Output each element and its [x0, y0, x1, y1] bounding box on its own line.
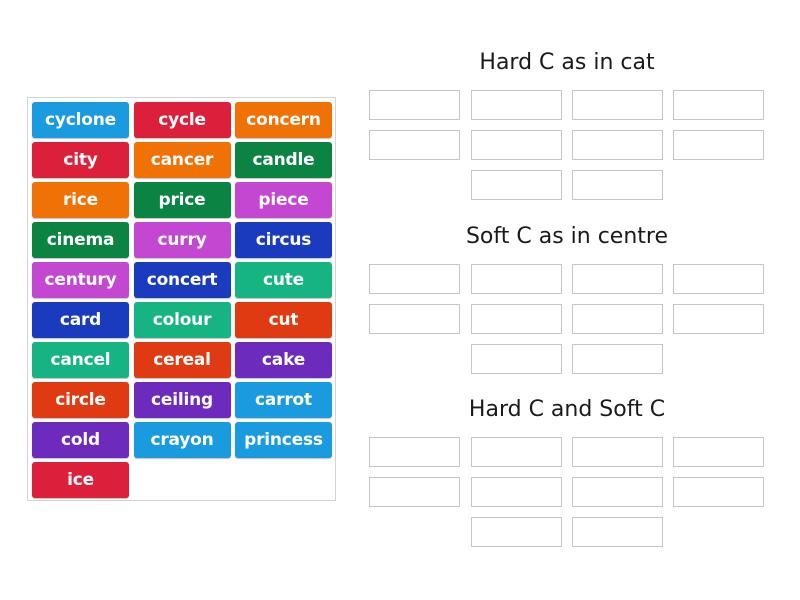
group-title: Soft C as in centre: [465, 224, 669, 249]
word-card-concern[interactable]: concern: [235, 102, 332, 138]
drop-slot[interactable]: [369, 264, 460, 294]
drop-slot[interactable]: [471, 170, 562, 200]
drop-slot[interactable]: [572, 437, 663, 467]
drop-slot[interactable]: [572, 130, 663, 160]
drop-slot[interactable]: [673, 264, 764, 294]
word-card-candle[interactable]: candle: [235, 142, 332, 178]
word-card-cancer[interactable]: cancer: [133, 142, 231, 178]
word-card-cycle[interactable]: cycle: [133, 102, 231, 138]
word-card-piece[interactable]: piece: [235, 182, 332, 218]
word-card-cyclone[interactable]: cyclone: [32, 102, 129, 138]
word-card-century[interactable]: century: [32, 262, 129, 298]
drop-slot[interactable]: [673, 437, 764, 467]
drop-slot[interactable]: [471, 344, 562, 374]
drop-slot[interactable]: [673, 130, 764, 160]
word-card-curry[interactable]: curry: [133, 222, 231, 258]
drop-slot[interactable]: [572, 304, 663, 334]
word-card-cancel[interactable]: cancel: [32, 342, 129, 378]
word-card-ceiling[interactable]: ceiling: [133, 382, 231, 418]
drop-slot[interactable]: [572, 517, 663, 547]
drop-slot[interactable]: [572, 477, 663, 507]
drop-slot[interactable]: [369, 437, 460, 467]
word-card-cut[interactable]: cut: [235, 302, 332, 338]
drop-slot[interactable]: [369, 130, 460, 160]
word-card-circus[interactable]: circus: [235, 222, 332, 258]
word-card-cake[interactable]: cake: [235, 342, 332, 378]
word-card-cute[interactable]: cute: [235, 262, 332, 298]
drop-slot[interactable]: [471, 304, 562, 334]
drop-slot[interactable]: [471, 264, 562, 294]
word-card-princess[interactable]: princess: [235, 422, 332, 458]
drop-slot[interactable]: [369, 90, 460, 120]
drop-slot[interactable]: [572, 264, 663, 294]
drop-slot[interactable]: [673, 304, 764, 334]
word-card-carrot[interactable]: carrot: [235, 382, 332, 418]
word-card-ice[interactable]: ice: [32, 462, 129, 498]
drop-slot[interactable]: [471, 90, 562, 120]
word-card-price[interactable]: price: [133, 182, 231, 218]
drop-slot[interactable]: [673, 477, 764, 507]
word-card-cold[interactable]: cold: [32, 422, 129, 458]
word-card-card[interactable]: card: [32, 302, 129, 338]
drop-slot[interactable]: [369, 477, 460, 507]
drop-slot[interactable]: [572, 344, 663, 374]
word-card-rice[interactable]: rice: [32, 182, 129, 218]
drop-slot[interactable]: [572, 170, 663, 200]
drop-slot[interactable]: [572, 90, 663, 120]
drop-slot[interactable]: [471, 437, 562, 467]
drop-slot[interactable]: [471, 477, 562, 507]
drop-slot[interactable]: [471, 517, 562, 547]
word-card-concert[interactable]: concert: [133, 262, 231, 298]
word-card-cereal[interactable]: cereal: [133, 342, 231, 378]
word-card-city[interactable]: city: [32, 142, 129, 178]
group-title: Hard C as in cat: [479, 50, 655, 75]
drop-slot[interactable]: [369, 304, 460, 334]
word-card-circle[interactable]: circle: [32, 382, 129, 418]
drop-slot[interactable]: [471, 130, 562, 160]
word-card-crayon[interactable]: crayon: [133, 422, 231, 458]
word-card-colour[interactable]: colour: [133, 302, 231, 338]
word-bank: cyclone cycle concern city cancer candle rice p…: [27, 97, 336, 501]
drop-slot[interactable]: [673, 90, 764, 120]
group-title: Hard C and Soft C: [468, 397, 666, 422]
word-card-cinema[interactable]: cinema: [32, 222, 129, 258]
